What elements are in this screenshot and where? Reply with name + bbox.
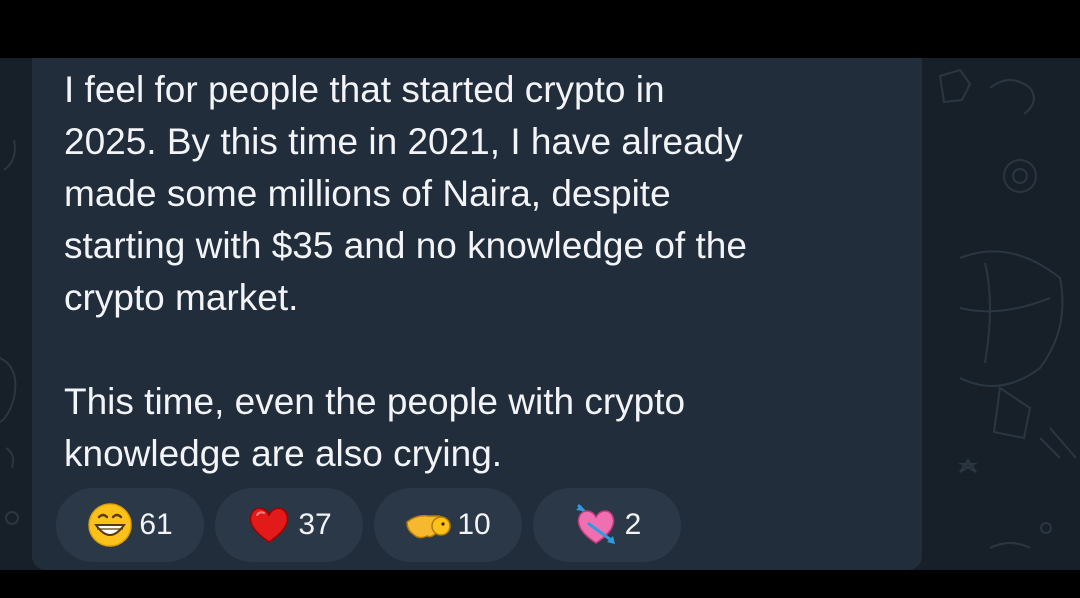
message-paragraph-1: I feel for people that started crypto in… <box>64 69 747 318</box>
reaction-pointing-hand[interactable]: 10 <box>374 488 522 562</box>
screen: I feel for people that started crypto in… <box>0 0 1080 598</box>
message-bubble[interactable]: I feel for people that started crypto in… <box>32 58 922 570</box>
reaction-count-heart-arrow: 2 <box>624 508 642 541</box>
red-heart-icon <box>250 507 289 543</box>
reactions-bar: 61 37 10 2 <box>56 488 681 562</box>
reaction-count-heart: 37 <box>298 508 332 541</box>
pointing-hand-icon <box>406 514 452 539</box>
reaction-count-pointing: 10 <box>457 508 491 541</box>
reaction-grinning-face[interactable]: 61 <box>56 488 204 562</box>
heart-with-arrow-icon <box>575 504 615 544</box>
message-paragraph-2: This time, even the people with crypto k… <box>64 381 686 474</box>
grinning-face-icon <box>88 503 133 547</box>
reaction-count-grinning: 61 <box>139 508 173 541</box>
chat-background: I feel for people that started crypto in… <box>0 58 1080 570</box>
bottom-edge <box>0 570 1080 598</box>
reaction-heart-with-arrow[interactable]: 2 <box>533 488 681 562</box>
reaction-red-heart[interactable]: 37 <box>215 488 363 562</box>
